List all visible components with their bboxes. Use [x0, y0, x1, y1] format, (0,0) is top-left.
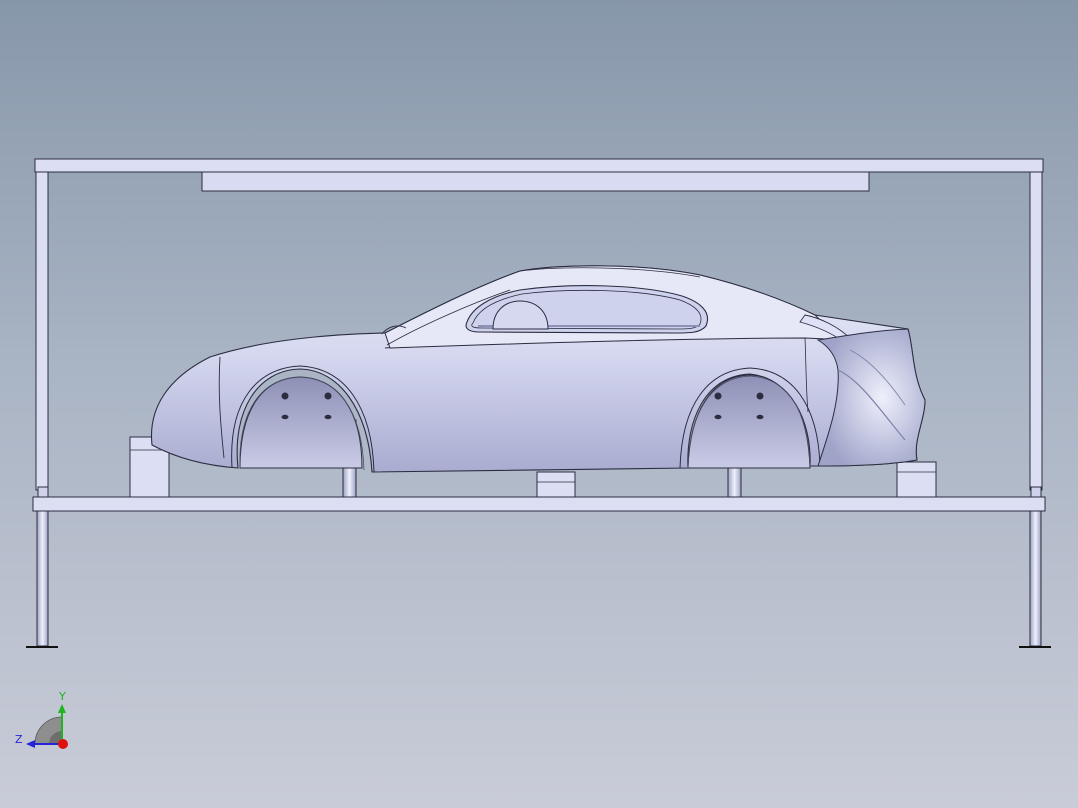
- y-axis-arrow: [58, 704, 66, 713]
- top-plate[interactable]: [201, 171, 870, 192]
- base-plate[interactable]: [32, 496, 1046, 512]
- view-orientation-triad-icon[interactable]: Y Z: [15, 690, 68, 749]
- left-leg[interactable]: [36, 510, 49, 647]
- x-axis-dot: [58, 739, 68, 749]
- center-support-block[interactable]: [536, 471, 576, 498]
- graphics-viewport[interactable]: Y Z: [0, 0, 1078, 808]
- rear-support-block[interactable]: [896, 461, 937, 498]
- z-axis-label: Z: [15, 733, 23, 746]
- right-leg[interactable]: [1029, 510, 1042, 647]
- car-body-shell[interactable]: [150, 265, 926, 473]
- right-upright[interactable]: [1029, 171, 1043, 491]
- left-upright[interactable]: [35, 171, 49, 491]
- z-axis-arrow: [26, 740, 35, 748]
- y-axis-label: Y: [58, 690, 66, 703]
- cad-model-scene[interactable]: Y Z: [0, 0, 1078, 808]
